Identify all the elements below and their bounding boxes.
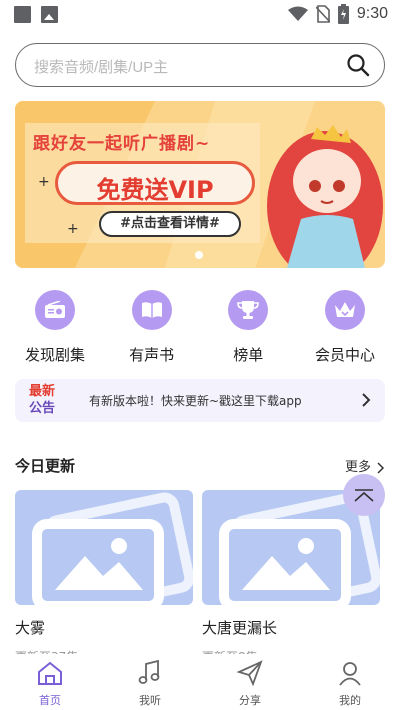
more-link[interactable]: 更多 bbox=[345, 456, 385, 475]
svg-text:+: + bbox=[67, 221, 79, 237]
banner-main-pill: 免费送VIP bbox=[55, 161, 255, 205]
announcement-bar[interactable]: 最新 公告 有新版本啦！快来更新~戳这里下载app bbox=[15, 379, 385, 422]
category-charts[interactable]: 榜单 bbox=[208, 290, 288, 365]
announcement-tag-line1: 最新 bbox=[29, 384, 56, 399]
category-row: 发现剧集 有声书 榜单 会员中心 bbox=[15, 290, 385, 365]
category-label: 有声书 bbox=[129, 346, 175, 364]
nav-home[interactable]: 首页 bbox=[0, 654, 100, 710]
nav-label: 我听 bbox=[139, 694, 161, 707]
search-bar[interactable]: 搜索音频/剧集/UP主 bbox=[15, 43, 385, 87]
nav-listening[interactable]: 我听 bbox=[100, 654, 200, 710]
radio-icon bbox=[35, 290, 75, 330]
music-note-icon bbox=[138, 659, 160, 684]
image-icon bbox=[41, 6, 58, 23]
scroll-to-top-button[interactable] bbox=[343, 474, 385, 516]
nav-label: 首页 bbox=[39, 694, 61, 707]
drama-title: 大雾 bbox=[15, 619, 46, 637]
paper-plane-icon bbox=[236, 660, 263, 687]
nav-share[interactable]: 分享 bbox=[200, 654, 300, 710]
wifi-icon bbox=[287, 6, 308, 21]
nav-label: 分享 bbox=[239, 694, 261, 707]
square-icon bbox=[14, 6, 31, 23]
category-audiobook[interactable]: 有声书 bbox=[112, 290, 192, 365]
drama-card[interactable]: 大雾 更新至37集 bbox=[15, 490, 193, 665]
chevron-up-icon bbox=[354, 489, 374, 502]
announcement-tag-line2: 公告 bbox=[29, 401, 56, 416]
user-icon bbox=[339, 662, 361, 686]
category-vip-center[interactable]: 会员中心 bbox=[305, 290, 385, 365]
chevron-right-icon bbox=[377, 461, 385, 474]
trophy-icon bbox=[228, 290, 269, 330]
banner-main-text: 免费送VIP bbox=[96, 176, 214, 204]
bottom-nav: 首页 我听 分享 我的 bbox=[0, 654, 400, 710]
image-placeholder-icon bbox=[32, 492, 193, 605]
status-bar: 9:30 bbox=[0, 0, 400, 30]
banner-detail-button[interactable]: #点击查看详情# bbox=[99, 211, 241, 237]
drama-title: 大唐更漏长 bbox=[202, 619, 278, 637]
banner-headline: 跟好友一起听广播剧~ bbox=[33, 134, 211, 154]
cover-image bbox=[15, 490, 193, 605]
battery-charging-icon bbox=[337, 4, 349, 24]
chevron-right-icon bbox=[362, 393, 371, 407]
promo-banner[interactable]: + + 跟好友一起听广播剧~ 免费送VIP #点击查看详情# bbox=[15, 101, 385, 268]
announcement-tag: 最新 公告 bbox=[29, 383, 65, 417]
nav-label: 我的 bbox=[339, 694, 361, 707]
category-label: 榜单 bbox=[233, 346, 264, 364]
status-time: 9:30 bbox=[356, 5, 388, 22]
nav-profile[interactable]: 我的 bbox=[300, 654, 400, 710]
search-input[interactable]: 搜索音频/剧集/UP主 bbox=[34, 56, 168, 77]
category-label: 会员中心 bbox=[314, 346, 375, 364]
drama-card[interactable]: 大唐更漏长 更新至8集 bbox=[202, 490, 380, 665]
category-discover[interactable]: 发现剧集 bbox=[15, 290, 95, 365]
crown-icon bbox=[324, 290, 365, 330]
no-sim-icon bbox=[315, 5, 330, 23]
category-label: 发现剧集 bbox=[24, 346, 85, 364]
home-icon bbox=[38, 661, 62, 685]
book-icon bbox=[131, 290, 172, 330]
search-icon[interactable] bbox=[346, 53, 370, 77]
more-label: 更多 bbox=[345, 460, 372, 475]
announcement-text: 有新版本啦！快来更新~戳这里下载app bbox=[89, 394, 302, 408]
svg-text:+: + bbox=[38, 174, 50, 190]
banner-page-indicator bbox=[195, 251, 203, 259]
section-title: 今日更新 bbox=[15, 457, 76, 475]
